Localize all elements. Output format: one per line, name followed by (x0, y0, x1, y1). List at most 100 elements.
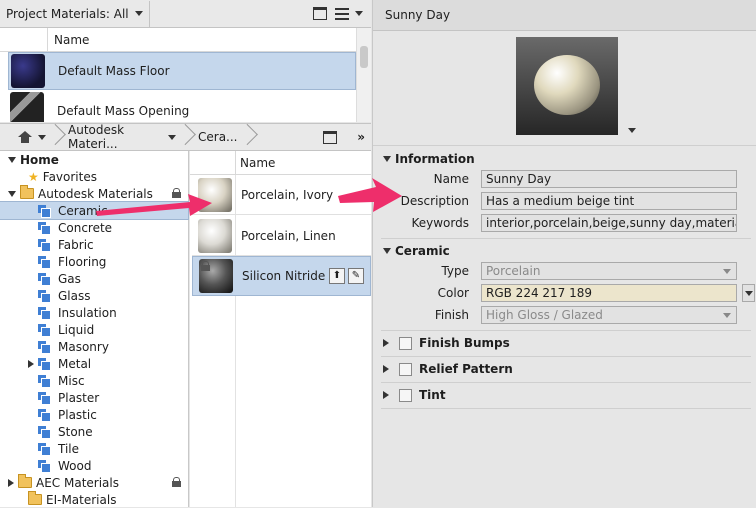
project-material-row[interactable]: Default Mass Floor (8, 52, 356, 90)
finish-bumps-section-header[interactable]: Finish Bumps (383, 336, 510, 350)
preview-sphere (534, 55, 600, 115)
relief-pattern-section-header[interactable]: Relief Pattern (383, 362, 513, 376)
finish-bumps-checkbox[interactable] (399, 336, 412, 350)
folder-icon (18, 474, 32, 488)
category-icon (38, 442, 51, 456)
library-material-row[interactable]: Silicon Nitride ⬆ ✎ (192, 256, 371, 296)
tint-section-header[interactable]: Tint (383, 388, 446, 402)
tree-item[interactable]: Concrete (0, 219, 188, 236)
material-name: Porcelain, Ivory (241, 188, 334, 202)
project-materials-title: Project Materials: All (6, 6, 129, 21)
material-editor-panel: Sunny Day Information Name Sunny Day Des… (372, 0, 756, 507)
column-name-header[interactable]: Name (54, 33, 89, 47)
color-field[interactable]: RGB 224 217 189 (481, 284, 737, 302)
relief-pattern-checkbox[interactable] (399, 362, 412, 376)
tree-item[interactable]: Wood (0, 457, 188, 474)
project-materials-filter[interactable]: Project Materials: All (0, 0, 150, 27)
tree-item-label: Insulation (58, 305, 117, 320)
breadcrumb-library[interactable]: Autodesk Materi... (62, 123, 182, 151)
panel-toggle-icon[interactable] (313, 7, 327, 20)
material-thumbnail (11, 54, 45, 88)
tree-item-label: Tile (58, 441, 80, 456)
tree-item-label: Wood (58, 458, 92, 473)
material-thumbnail (198, 218, 232, 253)
category-icon (38, 323, 51, 337)
panel-toggle-icon[interactable] (323, 130, 338, 144)
tree-item[interactable]: EI-Materials (0, 491, 188, 508)
material-name: Porcelain, Linen (241, 228, 336, 243)
finish-dropdown[interactable]: High Gloss / Glazed (481, 306, 737, 324)
color-options-button[interactable] (742, 284, 755, 302)
tree-item[interactable]: Glass (0, 287, 188, 304)
home-icon[interactable] (18, 131, 32, 143)
information-section-header[interactable]: Information (383, 152, 475, 166)
description-field[interactable]: Has a medium beige tint (481, 192, 737, 210)
breadcrumb-category[interactable]: Cera... (192, 124, 244, 150)
tree-item[interactable]: Fabric (0, 236, 188, 253)
folder-icon (28, 491, 42, 505)
type-dropdown[interactable]: Porcelain (481, 262, 737, 280)
tree-item[interactable]: Plaster (0, 389, 188, 406)
lock-icon (172, 477, 181, 487)
tree-item[interactable]: Liquid (0, 321, 188, 338)
add-to-document-icon[interactable]: ⬆ (329, 268, 345, 284)
tree-item[interactable]: Metal (0, 355, 188, 372)
expand-icon[interactable] (28, 359, 34, 368)
type-label: Type (441, 264, 469, 278)
library-materials-list: Name Porcelain, Ivory Porcelain, Linen S… (190, 150, 371, 507)
project-materials-panel: Project Materials: All Name Default Mass… (0, 0, 371, 122)
material-thumbnail (199, 259, 233, 293)
tree-item[interactable]: Autodesk Materials (0, 185, 188, 202)
expand-icon[interactable] (8, 478, 14, 487)
tree-item[interactable]: ★ Favorites (0, 168, 188, 185)
category-icon (38, 289, 51, 303)
material-name: Default Mass Floor (58, 64, 170, 78)
tree-item[interactable]: Tile (0, 440, 188, 457)
tint-checkbox[interactable] (399, 388, 412, 402)
tree-item[interactable]: Masonry (0, 338, 188, 355)
project-material-row[interactable]: Default Mass Opening (8, 92, 356, 122)
tree-item[interactable]: Plastic (0, 406, 188, 423)
editor-divider (373, 145, 756, 146)
tree-item[interactable]: Home (0, 151, 188, 168)
category-icon (38, 391, 51, 405)
library-material-row[interactable]: Porcelain, Ivory (192, 176, 371, 215)
folder-icon (20, 185, 34, 199)
view-options-icon[interactable] (335, 7, 349, 20)
category-icon (38, 408, 51, 422)
tree-item[interactable]: Flooring (0, 253, 188, 270)
tree-item[interactable]: Insulation (0, 304, 188, 321)
section-divider (381, 382, 751, 383)
tree-item[interactable]: Misc (0, 372, 188, 389)
tree-item[interactable]: AEC Materials (0, 474, 188, 491)
tree-item[interactable]: Stone (0, 423, 188, 440)
edit-material-icon[interactable]: ✎ (348, 268, 364, 284)
finish-label: Finish (434, 308, 469, 322)
tree-item-label: Home (20, 152, 59, 167)
column-name-header[interactable]: Name (240, 156, 275, 170)
tree-item-label: AEC Materials (36, 475, 119, 490)
ceramic-section-header[interactable]: Ceramic (383, 244, 450, 258)
collapse-icon[interactable] (8, 190, 16, 197)
chevron-down-icon (745, 291, 753, 296)
collapse-icon (383, 156, 391, 162)
preview-options-icon[interactable] (628, 128, 636, 133)
project-list-scrollbar[interactable] (356, 28, 371, 122)
chevron-down-icon[interactable] (355, 11, 363, 16)
tree-item-label: Masonry (58, 339, 109, 354)
tree-item-label: Concrete (58, 220, 113, 235)
name-field[interactable]: Sunny Day (481, 170, 737, 188)
keywords-label: Keywords (411, 216, 469, 230)
material-thumbnail (198, 178, 232, 212)
description-label: Description (400, 194, 469, 208)
expand-icon[interactable]: » (357, 130, 365, 144)
editor-title: Sunny Day (385, 8, 451, 22)
material-preview-swatch[interactable] (516, 37, 618, 135)
color-label: Color (437, 286, 469, 300)
collapse-icon[interactable] (8, 156, 16, 163)
tree-item[interactable]: Gas (0, 270, 188, 287)
keywords-field[interactable]: interior,porcelain,beige,sunny day,mater… (481, 214, 737, 232)
tree-item-label: Favorites (42, 169, 97, 184)
library-material-row[interactable]: Porcelain, Linen (192, 216, 371, 256)
tree-item[interactable]: Ceramic (0, 201, 189, 220)
